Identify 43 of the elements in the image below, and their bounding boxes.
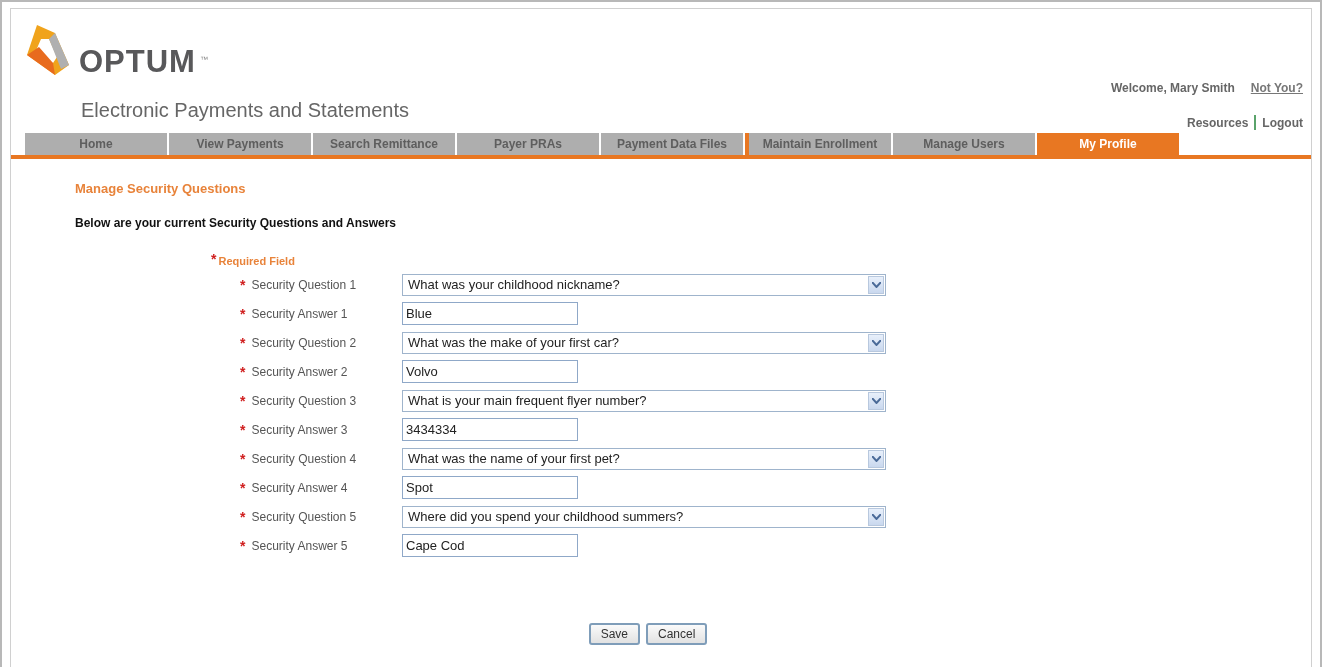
trademark: ™ bbox=[199, 55, 208, 64]
question-dropdown[interactable]: Where did you spend your childhood summers? bbox=[402, 505, 886, 528]
header-link[interactable]: Resources bbox=[1186, 115, 1249, 130]
field-label: Security Answer 2 bbox=[251, 364, 348, 379]
page-heading: Manage Security Questions bbox=[75, 181, 247, 196]
required-asterisk: * bbox=[240, 480, 246, 495]
field-label: Security Answer 1 bbox=[251, 306, 348, 321]
app-title: Electronic Payments and Statements bbox=[81, 99, 409, 122]
logo-text: OPTUM bbox=[79, 46, 196, 77]
answer-field[interactable]: Cape Cod bbox=[402, 534, 578, 557]
field-label: Security Question 4 bbox=[251, 451, 357, 466]
answer-field[interactable]: Blue bbox=[402, 302, 578, 325]
required-asterisk: * bbox=[240, 538, 246, 553]
intro-text: Below are your current Security Questions and Answers bbox=[75, 216, 397, 230]
required-asterisk: * bbox=[240, 451, 246, 466]
required-asterisk: * bbox=[240, 364, 246, 379]
form-button[interactable]: Save bbox=[588, 623, 640, 645]
field-label: Security Question 5 bbox=[251, 509, 357, 524]
answer-field[interactable]: Volvo bbox=[402, 360, 578, 383]
header-link[interactable]: Logout bbox=[1262, 115, 1303, 130]
field-label: Security Answer 4 bbox=[251, 480, 348, 495]
required-legend: Required Field bbox=[218, 255, 295, 267]
required-asterisk: * bbox=[240, 306, 246, 321]
field-label: Security Question 1 bbox=[251, 277, 357, 292]
field-label: Security Question 2 bbox=[251, 335, 357, 350]
required-asterisk: * bbox=[240, 422, 246, 437]
welcome-text: Welcome, Mary Smith bbox=[1110, 81, 1235, 95]
answer-field[interactable]: Spot bbox=[402, 476, 578, 499]
not-you-link[interactable]: Not You? bbox=[1250, 81, 1303, 95]
required-asterisk: * bbox=[240, 393, 246, 408]
field-label: Security Answer 3 bbox=[251, 422, 348, 437]
question-dropdown[interactable]: What was the name of your first pet? bbox=[402, 447, 886, 470]
question-dropdown[interactable]: What is your main frequent flyer number? bbox=[402, 389, 886, 412]
required-asterisk: * bbox=[240, 509, 246, 524]
field-label: Security Question 3 bbox=[251, 393, 357, 408]
answer-field[interactable]: 3434334 bbox=[402, 418, 578, 441]
question-dropdown[interactable]: What was your childhood nickname? bbox=[402, 273, 886, 296]
required-asterisk: * bbox=[240, 277, 246, 292]
required-asterisk: * bbox=[211, 252, 217, 266]
form-button[interactable]: Cancel bbox=[646, 623, 708, 645]
required-asterisk: * bbox=[240, 335, 246, 350]
question-dropdown[interactable]: What was the make of your first car? bbox=[402, 331, 886, 354]
field-label: Security Answer 5 bbox=[251, 538, 348, 553]
